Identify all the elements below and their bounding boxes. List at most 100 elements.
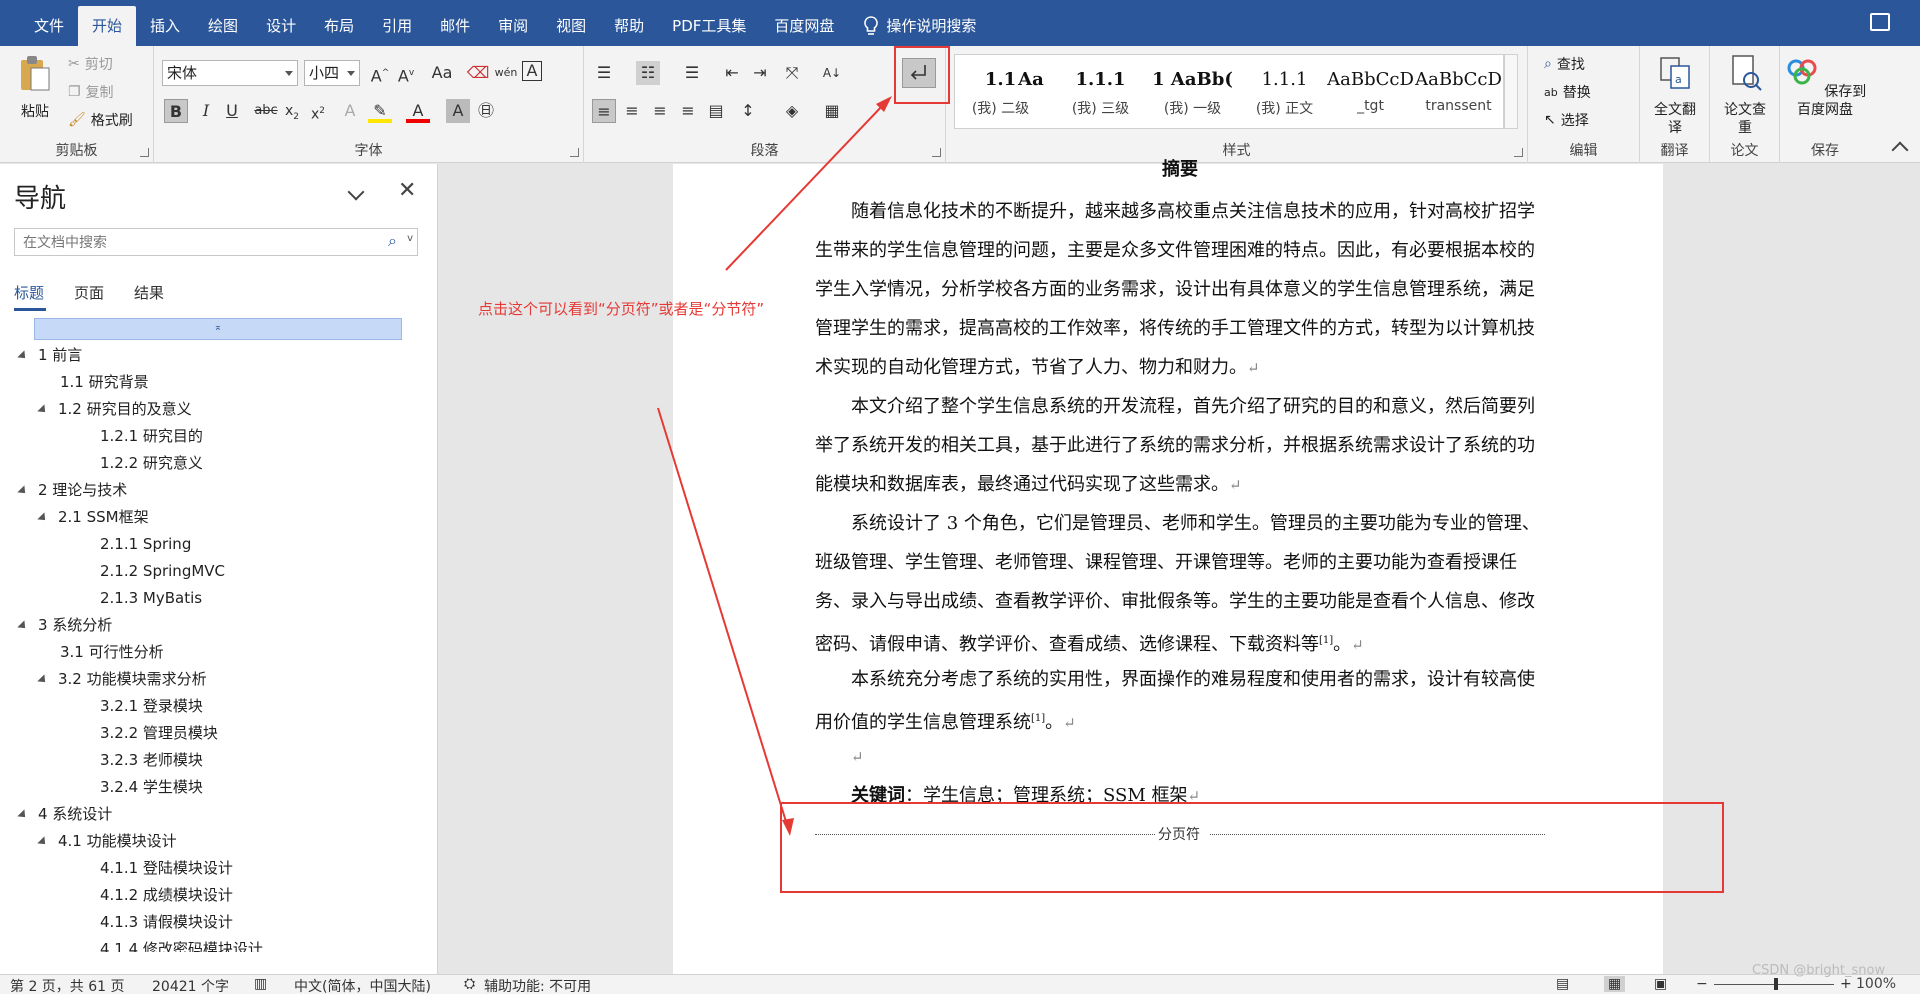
menu-insert[interactable]: 插入 — [136, 6, 194, 46]
web-layout-icon[interactable]: ▣ — [1654, 976, 1667, 992]
enclose-char-icon[interactable]: ㊐ — [474, 99, 498, 123]
menu-help[interactable]: 帮助 — [600, 6, 658, 46]
align-right-icon[interactable]: ≡ — [648, 99, 672, 123]
menu-home[interactable]: 开始 — [78, 6, 137, 46]
save-netdisk-button[interactable]: 保存到百度网盘 — [1782, 52, 1868, 119]
search-icon[interactable]: ⌕ — [388, 231, 397, 251]
status-zoom[interactable]: 100% — [1856, 976, 1896, 992]
expand-triangle-icon[interactable] — [17, 619, 29, 632]
comments-icon[interactable] — [1870, 13, 1890, 31]
select-button[interactable]: ↖ 选择 — [1544, 110, 1589, 130]
zoom-in-icon[interactable]: + — [1840, 976, 1852, 992]
clipboard-launcher[interactable] — [140, 148, 149, 157]
nav-heading-item[interactable]: 3.2.1 登录模块 — [100, 693, 203, 719]
read-mode-icon[interactable]: ▤ — [1556, 976, 1569, 992]
style-item[interactable]: AaBbCcD transsent — [1413, 55, 1504, 128]
menu-file[interactable]: 文件 — [20, 6, 78, 46]
status-word-count[interactable]: 20421 个字 — [152, 976, 229, 994]
nav-heading-item[interactable]: 1.2.2 研究意义 — [100, 450, 203, 476]
borders-icon[interactable]: ▦ — [820, 99, 844, 123]
italic-button[interactable]: I — [194, 99, 218, 123]
nav-heading-item[interactable]: 2 理论与技术 — [17, 477, 127, 503]
char-shading-icon[interactable]: A — [446, 99, 470, 123]
nav-heading-item[interactable]: 3.2 功能模块需求分析 — [37, 666, 207, 692]
menu-baidu-netdisk[interactable]: 百度网盘 — [760, 6, 848, 46]
underline-button[interactable]: U — [220, 99, 244, 123]
text-effects-icon[interactable]: A — [338, 99, 362, 123]
nav-collapse-bar[interactable]: ⌅ — [34, 318, 402, 340]
copy-button[interactable]: ❐ 复制 — [68, 82, 114, 102]
find-button[interactable]: ⌕ 查找 — [1544, 54, 1585, 74]
nav-heading-item[interactable]: 4.1.3 请假模块设计 — [100, 909, 233, 935]
print-layout-icon[interactable]: ▦ — [1604, 976, 1626, 992]
clear-format-icon[interactable]: ⌫ — [466, 61, 490, 85]
expand-triangle-icon[interactable] — [37, 835, 49, 848]
paper-check-button[interactable]: 论文查重 — [1718, 52, 1772, 137]
nav-heading-item[interactable]: 1 前言 — [17, 342, 82, 368]
menu-design[interactable]: 设计 — [252, 6, 310, 46]
status-language[interactable]: 中文(简体，中国大陆) — [294, 976, 431, 994]
expand-triangle-icon[interactable] — [37, 673, 49, 686]
zoom-out-icon[interactable]: − — [1696, 976, 1708, 992]
close-icon[interactable]: ✕ — [398, 178, 416, 203]
menu-draw[interactable]: 绘图 — [194, 6, 252, 46]
font-name-dropdown[interactable]: 宋体 — [162, 60, 298, 86]
cut-button[interactable]: ✂ 剪切 — [68, 54, 113, 74]
menu-references[interactable]: 引用 — [368, 6, 426, 46]
menu-mailings[interactable]: 邮件 — [426, 6, 484, 46]
nav-search-input[interactable] — [15, 229, 375, 255]
menu-view[interactable]: 视图 — [542, 6, 600, 46]
nav-tab-pages[interactable]: 页面 — [74, 282, 104, 303]
menu-layout[interactable]: 布局 — [310, 6, 368, 46]
zoom-slider-thumb[interactable] — [1774, 978, 1778, 990]
nav-heading-item[interactable]: 4.1.4 修改密码模块设计 — [100, 936, 263, 952]
shrink-font-icon[interactable]: Av — [394, 61, 418, 85]
expand-triangle-icon[interactable] — [17, 484, 29, 497]
nav-heading-item[interactable]: 3.2.3 老师模块 — [100, 747, 203, 773]
phonetic-guide-icon[interactable]: wén — [494, 61, 518, 85]
decrease-indent-icon[interactable]: ⇤ — [720, 61, 744, 85]
nav-heading-item[interactable]: 4 系统设计 — [17, 801, 112, 827]
nav-heading-item[interactable]: 3.2.4 学生模块 — [100, 774, 203, 800]
format-painter-button[interactable]: 🖌 格式刷 — [68, 110, 133, 130]
expand-triangle-icon[interactable] — [17, 808, 29, 821]
vertical-scrollbar[interactable] — [1906, 164, 1920, 974]
align-center-icon[interactable]: ≡ — [620, 99, 644, 123]
nav-heading-item[interactable]: 4.1.2 成绩模块设计 — [100, 882, 233, 908]
expand-triangle-icon[interactable] — [17, 349, 29, 362]
line-spacing-icon[interactable]: ↕ — [736, 99, 760, 123]
bold-button[interactable]: B — [164, 99, 188, 123]
nav-heading-item[interactable]: 2.1.3 MyBatis — [100, 585, 202, 611]
style-item[interactable]: Aa — [1011, 55, 1051, 128]
nav-tab-results[interactable]: 结果 — [134, 282, 164, 303]
superscript-button[interactable]: x2 — [306, 99, 330, 123]
nav-heading-item[interactable]: 3 系统分析 — [17, 612, 112, 638]
nav-heading-item[interactable]: 4.1 功能模块设计 — [37, 828, 177, 854]
menu-pdf-tools[interactable]: PDF工具集 — [658, 6, 760, 46]
char-border-icon[interactable]: A — [522, 61, 542, 81]
collapse-ribbon-icon[interactable] — [1891, 141, 1909, 159]
nav-heading-item[interactable]: 3.2.2 管理员模块 — [100, 720, 218, 746]
justify-icon[interactable]: ≡ — [676, 99, 700, 123]
nav-heading-item[interactable]: 2.1 SSM框架 — [37, 504, 149, 530]
status-page[interactable]: 第 2 页，共 61 页 — [10, 976, 125, 994]
font-color-icon[interactable]: A — [406, 99, 430, 123]
nav-heading-item[interactable]: 1.2 研究目的及意义 — [37, 396, 192, 422]
font-launcher[interactable] — [570, 148, 579, 157]
proofing-icon[interactable]: ▥ — [254, 976, 267, 992]
nav-heading-item[interactable]: 1.2.1 研究目的 — [100, 423, 203, 449]
expand-triangle-icon[interactable] — [37, 403, 49, 416]
font-size-dropdown[interactable]: 小四 — [304, 60, 360, 86]
subscript-button[interactable]: x2 — [280, 99, 304, 123]
change-case-icon[interactable]: Aa — [430, 61, 454, 85]
multilevel-list-icon[interactable]: ☰ — [680, 61, 704, 85]
nav-tab-headings[interactable]: 标题 — [14, 282, 44, 303]
align-left-icon[interactable]: ≡ — [592, 99, 616, 123]
nav-heading-item[interactable]: 2.1.1 Spring — [100, 531, 191, 557]
chevron-down-icon[interactable]: v — [407, 233, 413, 244]
replace-button[interactable]: ab 替换 — [1544, 82, 1591, 102]
shading-icon[interactable]: ◈ — [780, 99, 804, 123]
nav-options-icon[interactable] — [347, 183, 365, 201]
expand-triangle-icon[interactable] — [37, 511, 49, 524]
strikethrough-button[interactable]: abc — [254, 99, 278, 123]
